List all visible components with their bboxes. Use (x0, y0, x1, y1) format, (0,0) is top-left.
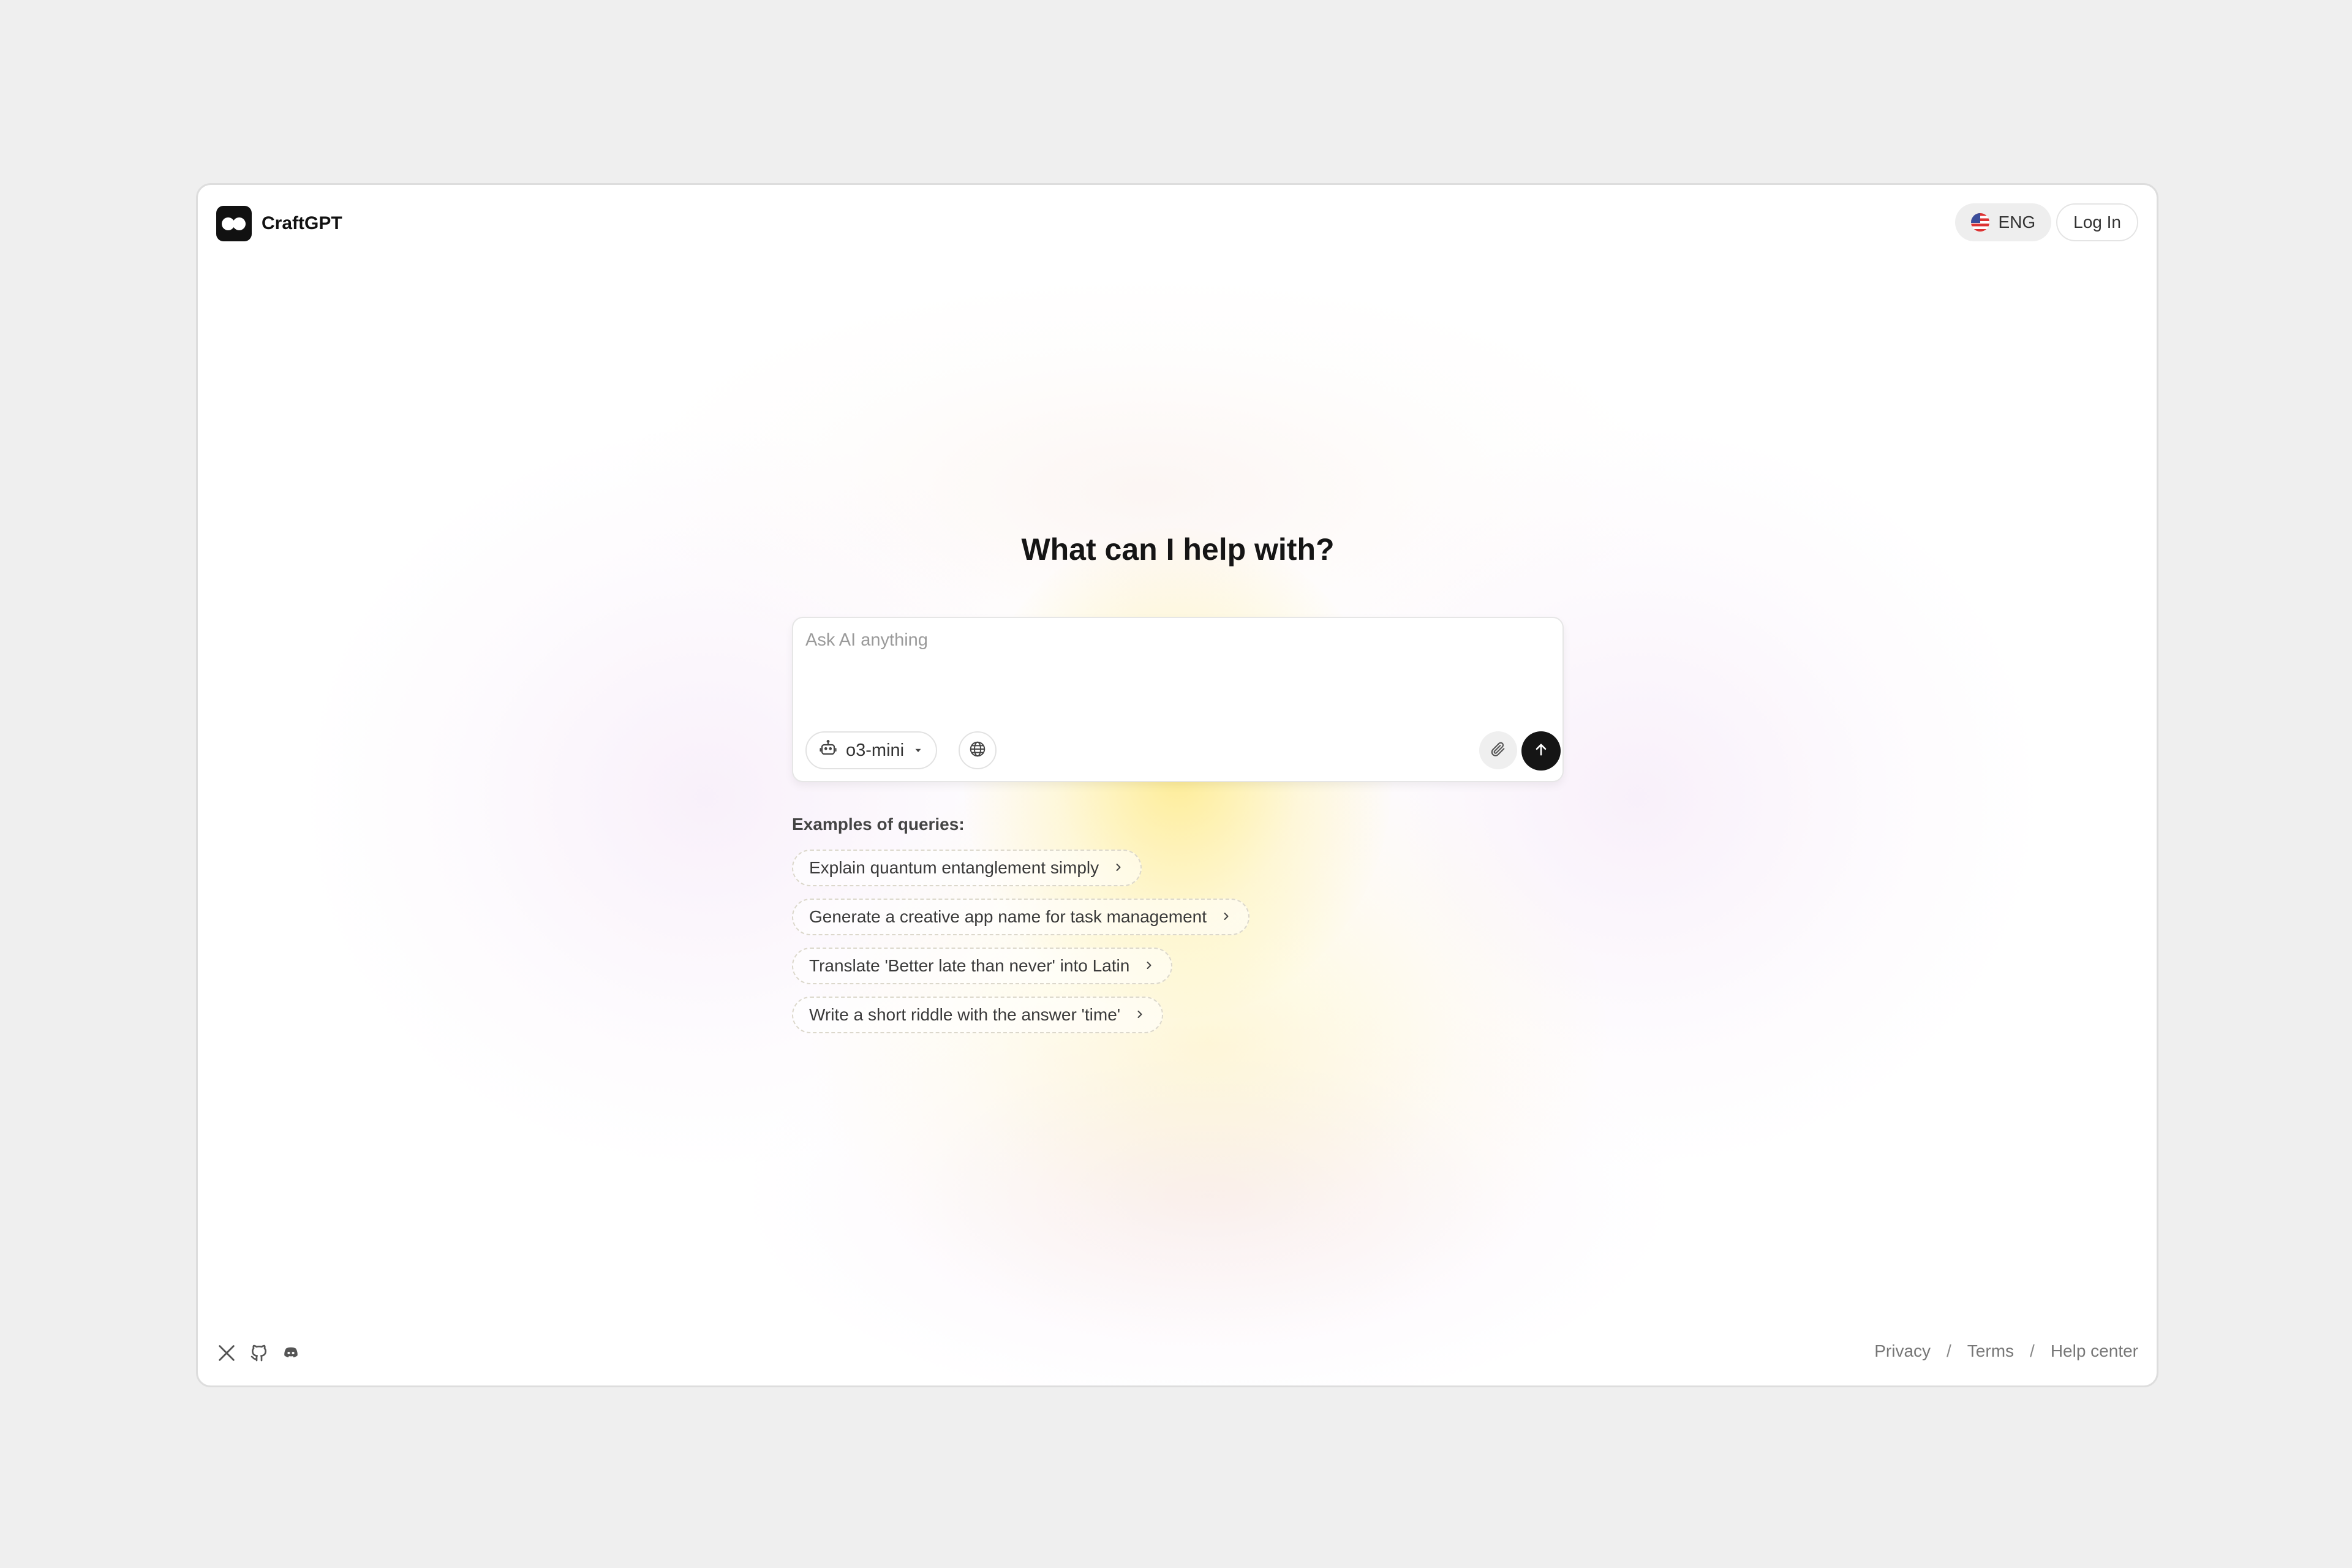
globe-icon (968, 740, 987, 761)
x-icon[interactable] (216, 1343, 237, 1366)
help-center-link[interactable]: Help center (2051, 1341, 2138, 1361)
login-button[interactable]: Log In (2056, 203, 2138, 241)
example-query-text: Translate 'Better late than never' into … (809, 956, 1130, 975)
main-content: What can I help with? o3-mini (792, 528, 1564, 1033)
terms-link[interactable]: Terms (1967, 1341, 2014, 1361)
chevron-right-icon (1220, 907, 1232, 927)
header-actions: ENG Log In (1955, 203, 2138, 241)
model-label: o3-mini (846, 740, 905, 760)
language-label: ENG (1998, 213, 2036, 232)
example-query-text: Write a short riddle with the answer 'ti… (809, 1005, 1121, 1024)
robot-icon (819, 739, 837, 762)
example-query-chip[interactable]: Generate a creative app name for task ma… (792, 899, 1250, 935)
privacy-link[interactable]: Privacy (1874, 1341, 1931, 1361)
brand[interactable]: CraftGPT (216, 206, 342, 241)
caret-down-icon (913, 741, 924, 761)
page-title: What can I help with? (1021, 532, 1335, 567)
discord-icon[interactable] (281, 1343, 301, 1366)
examples-list: Explain quantum entanglement simply Gene… (792, 850, 1250, 1033)
footer-links: Privacy / Terms / Help center (1874, 1341, 2138, 1361)
social-links (216, 1343, 301, 1366)
brand-name: CraftGPT (262, 213, 342, 233)
send-button[interactable] (1521, 731, 1561, 771)
prompt-input[interactable] (805, 630, 1540, 704)
paperclip-icon (1490, 741, 1507, 761)
background-glow (749, 981, 1668, 1385)
footer-separator: / (1947, 1341, 1951, 1360)
header: CraftGPT ENG Log In (198, 185, 2157, 265)
attach-button[interactable] (1479, 731, 1517, 769)
app-window: CraftGPT ENG Log In What can I help with… (196, 183, 2158, 1387)
example-query-text: Generate a creative app name for task ma… (809, 907, 1207, 926)
example-query-text: Explain quantum entanglement simply (809, 858, 1099, 877)
example-query-chip[interactable]: Write a short riddle with the answer 'ti… (792, 997, 1164, 1033)
examples-label: Examples of queries: (792, 815, 965, 834)
web-search-button[interactable] (959, 731, 997, 769)
us-flag-icon (1971, 213, 1990, 232)
language-button[interactable]: ENG (1955, 203, 2052, 241)
chevron-right-icon (1112, 858, 1125, 878)
model-select[interactable]: o3-mini (805, 731, 938, 769)
prompt-composer: o3-mini (792, 617, 1564, 782)
example-query-chip[interactable]: Translate 'Better late than never' into … (792, 948, 1173, 984)
chevron-right-icon (1143, 956, 1155, 976)
chevron-right-icon (1134, 1005, 1146, 1025)
github-icon[interactable] (249, 1343, 269, 1366)
arrow-up-icon (1532, 741, 1550, 761)
logo-icon (216, 206, 252, 241)
footer-separator: / (2030, 1341, 2035, 1360)
example-query-chip[interactable]: Explain quantum entanglement simply (792, 850, 1142, 886)
